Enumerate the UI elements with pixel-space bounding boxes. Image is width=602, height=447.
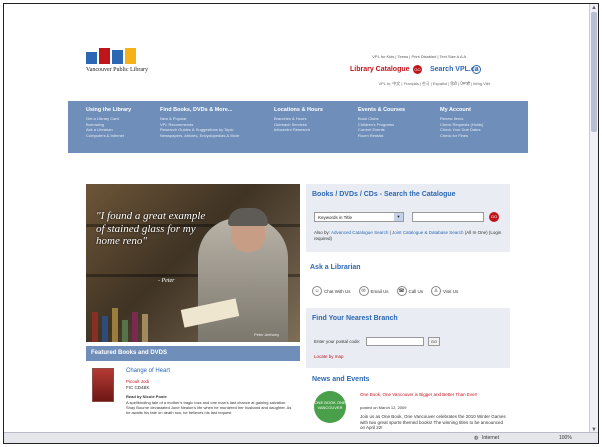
catalogue-search-panel: Books / DVDs / CDs - Search the Catalogu… [306,184,510,252]
search-type-select[interactable]: Keywords in Title ▼ [314,212,404,222]
hero-quote-author: - Peter [158,278,175,284]
news-events-header: News and Events [306,372,510,388]
featured-book-code: FIC CD4BK [126,385,150,390]
nav-col-locations: Locations & Hours Branches & Hours Outre… [274,107,323,133]
featured-book-author[interactable]: Picoult Jodi [126,379,149,384]
library-catalogue-link[interactable]: Library Catalogue [350,66,410,73]
zoom-level[interactable]: 100% [559,435,572,441]
search-type-value: Keywords in Title [318,215,353,220]
nav-item[interactable]: Research Guides & Suggestions by Topic [160,127,239,133]
nav-item[interactable]: Computers & Internet [86,133,131,139]
logo-blocks [86,48,148,64]
nav-heading[interactable]: My Account [440,107,483,113]
logo-name: Vancouver Public Library [86,67,148,73]
logo-block-yellow [125,48,136,64]
chat-label: Chat With Us [324,288,351,294]
also-by-links: Also by: Advanced Catalogue Search | Joi… [314,230,502,241]
chevron-down-icon[interactable]: ▼ [394,213,403,221]
hero-book [92,312,98,342]
email-icon: ✉ [358,286,369,296]
catalogue-search-go-button[interactable]: GO [489,212,499,222]
visit-label: Visit Us [443,288,459,294]
main-nav: Using the Library Get a Library Card Bor… [68,101,528,153]
locate-by-map-link[interactable]: Locate by map [314,354,344,359]
chat-icon: ☺ [312,286,322,296]
ask-librarian-title[interactable]: Ask a Librarian [310,264,361,271]
nav-item[interactable]: Check Your Due Dates [440,127,483,133]
email-label: Email Us [370,288,389,294]
search-vpl-icon[interactable]: › [472,65,481,74]
hero-book [132,312,138,342]
globe-icon: ◍ [474,435,479,441]
nav-heading[interactable]: Find Books, DVDs & More... [160,107,239,113]
one-book-logo[interactable]: ONE BOOK ONE VANCOUVER [314,391,346,423]
email-option[interactable]: ✉ Email Us [358,286,389,296]
nav-col-find-books: Find Books, DVDs & More... New & Popular… [160,107,239,138]
catalogue-search-title[interactable]: Books / DVDs / CDs - Search the Catalogu… [312,191,456,198]
advanced-search-link[interactable]: Advanced Catalogue Search [331,230,388,235]
vertical-scrollbar[interactable]: ▲ ▼ [589,4,598,434]
security-zone: Internet [482,435,499,441]
hero-book [112,308,118,342]
postal-code-label: Enter your postal code: [314,339,361,344]
logo-block-blue [86,52,97,64]
utility-links[interactable]: VPL for Kids | Teens | Print Disabled | … [372,54,466,59]
nav-item[interactable]: Room Rentals [358,133,405,139]
vpl-homepage: Vancouver Public Library VPL for Kids | … [68,4,528,434]
joint-search-link[interactable]: Joint Catalogue & Database Search [392,230,464,235]
logo-block-red [99,48,110,64]
catalogue-go-button[interactable]: GO [413,65,422,74]
news-item-1-date: posted on March 12, 2009 [360,405,407,410]
visit-option[interactable]: ♙ Visit Us [431,286,458,296]
nav-col-using-library: Using the Library Get a Library Card Bor… [86,107,131,138]
call-option[interactable]: ☎ Call Us [396,286,424,296]
call-label: Call Us [408,288,424,294]
hero-person-cap [228,208,268,226]
nearest-branch-title[interactable]: Find Your Nearest Branch [312,315,398,322]
phone-icon: ☎ [396,286,407,296]
status-bar: ◍ Internet 100% [4,432,598,443]
catalogue-search-input[interactable] [412,212,484,222]
featured-books-section: Featured Books and DVDS Change of Heart … [86,346,300,434]
news-item-2-text: Join us as One Book, One Vancouver celeb… [360,414,506,430]
chat-option[interactable]: ☺ Chat With Us [312,286,351,296]
logo-block-blue-2 [112,50,123,64]
featured-book-cover[interactable] [92,368,114,402]
nav-col-events: Events & Courses Book Clubs Children's P… [358,107,405,138]
hero-book [142,314,148,342]
scroll-up-icon[interactable]: ▲ [591,5,597,11]
featured-read-by: Read by Nicole Poole [126,394,167,399]
featured-book-title[interactable]: Change of Heart [126,368,170,374]
featured-heading[interactable]: Featured Books and DVDS [86,346,300,361]
scrollbar-thumb[interactable] [591,12,597,132]
hero-book [102,316,108,342]
news-events-title[interactable]: News and Events [312,376,370,383]
nav-col-my-account: My Account Renew Items Check Requests (H… [440,107,483,138]
featured-book-description: A spellbinding tale of a mother's tragic… [126,400,292,416]
postal-go-button[interactable]: GO [428,337,440,346]
language-bar[interactable]: VPL in: 中文 | Français | 한국 | Español | ह… [378,81,490,87]
hero-quote: "I found a great example of stained glas… [96,210,206,247]
nav-item[interactable]: Newspapers, Articles, Encyclopedias & Mo… [160,133,239,139]
postal-code-input[interactable] [366,337,424,346]
browser-window: Vancouver Public Library VPL for Kids | … [3,3,599,444]
nav-heading[interactable]: Using the Library [86,107,131,113]
nav-item[interactable]: Infocentre Research [274,127,323,133]
news-item-1-title[interactable]: One Book, One Vancouver is Bigger and Be… [360,392,508,398]
nav-item[interactable]: Check for Fines [440,133,483,139]
nav-heading[interactable]: Locations & Hours [274,107,323,113]
nav-heading[interactable]: Events & Courses [358,107,405,113]
hero-image[interactable]: "I found a great example of stained glas… [86,184,300,342]
ask-options: ☺ Chat With Us ✉ Email Us ☎ Call Us ♙ Visit … [312,286,458,296]
vpl-logo[interactable]: Vancouver Public Library [86,48,148,73]
hero-photo-credit: Peter Anthony [254,332,280,337]
person-icon: ♙ [431,286,442,296]
hero-book [122,320,128,342]
also-by-label: Also by: [314,230,331,235]
